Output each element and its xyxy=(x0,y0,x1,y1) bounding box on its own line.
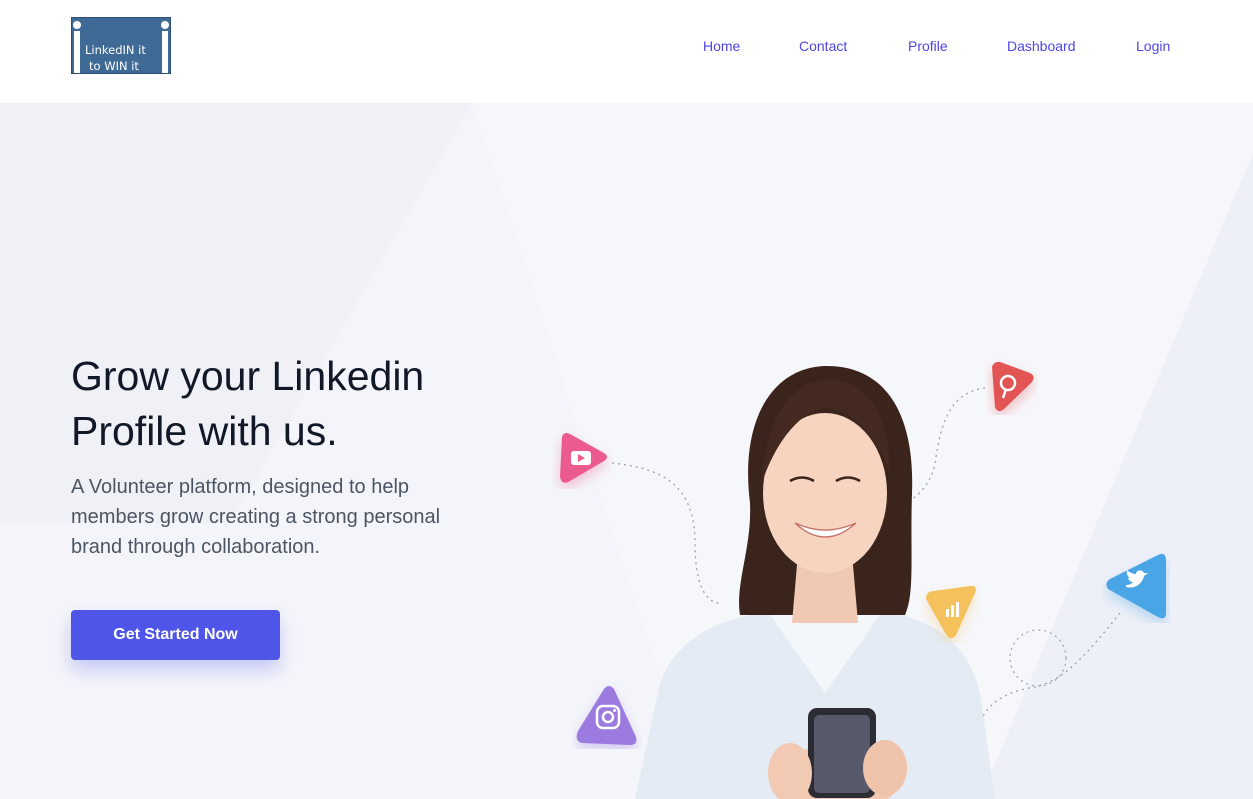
nav-link-profile[interactable]: Profile xyxy=(908,38,948,54)
main-nav: Home Contact Profile Dashboard Login xyxy=(0,38,1253,56)
logo-dot-right xyxy=(161,21,169,29)
logo-text-line-2: to WIN it xyxy=(89,59,139,73)
analytics-icon xyxy=(926,585,976,639)
hero-section: Grow your Linkedin Profile with us. A Vo… xyxy=(0,103,1253,799)
site-header: LinkedIN it to WIN it Home Contact Profi… xyxy=(0,0,1253,103)
nav-link-home[interactable]: Home xyxy=(703,38,740,54)
nav-link-dashboard[interactable]: Dashboard xyxy=(1007,38,1076,54)
pinterest-icon xyxy=(992,361,1034,412)
nav-link-contact[interactable]: Contact xyxy=(799,38,847,54)
nav-link-login[interactable]: Login xyxy=(1136,38,1170,54)
twitter-icon xyxy=(1106,553,1166,619)
instagram-icon xyxy=(576,686,637,745)
logo-dot-left xyxy=(73,21,81,29)
youtube-icon xyxy=(560,433,607,483)
